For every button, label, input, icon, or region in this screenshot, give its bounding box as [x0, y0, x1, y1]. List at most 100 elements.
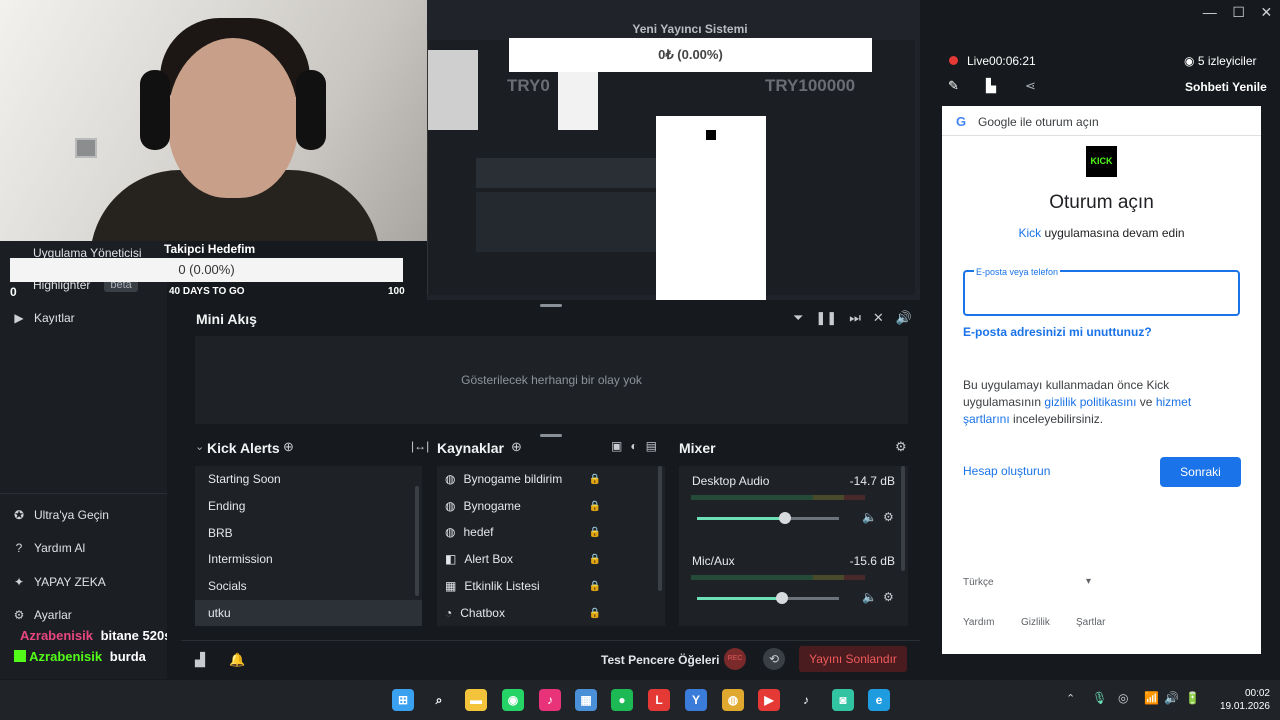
mic-icon[interactable]: 🎙 [1092, 691, 1107, 705]
folder-add-icon[interactable]: ▤ [646, 439, 657, 453]
minimize-icon[interactable]: — [1203, 4, 1217, 20]
monitor-icon[interactable]: ▣ [611, 439, 622, 453]
lock-icon[interactable]: 🔒 [589, 527, 601, 538]
footer-terms-link[interactable]: Şartlar [1076, 617, 1105, 628]
file-explorer-icon[interactable]: ▬ [465, 689, 487, 711]
speaker-icon[interactable]: 🔈 [862, 510, 877, 524]
audio-icon[interactable]: ◐ [630, 439, 637, 453]
stats-icon[interactable]: ▟ [195, 652, 205, 668]
email-field[interactable]: E-posta veya telefon [963, 267, 1240, 316]
test-widgets-button[interactable]: Test Pencere Öğeleri [601, 653, 720, 667]
windows-start-icon[interactable]: ⊞ [392, 689, 414, 711]
create-account-link[interactable]: Hesap oluşturun [963, 464, 1050, 478]
footer-privacy-link[interactable]: Gizlilik [1021, 617, 1050, 628]
list-item[interactable]: Starting Soon [195, 466, 422, 492]
tray-app-icon[interactable]: ◎ [1118, 691, 1128, 705]
scrollbar[interactable] [415, 486, 419, 596]
sidebar-item-ai[interactable]: ✦ YAPAY ZEKA [12, 575, 106, 589]
share-icon[interactable]: ⋖ [1025, 78, 1036, 94]
list-item[interactable]: ◍ Bynogame 🔒 [437, 493, 665, 519]
refresh-chat-button[interactable]: Sohbeti Yenile [1185, 80, 1267, 94]
scrollbar[interactable] [901, 466, 905, 571]
channel-name: Desktop Audio [692, 474, 770, 488]
spotify-icon[interactable]: ● [611, 689, 633, 711]
forgot-email-link[interactable]: E-posta adresinizi mi unuttunuz? [963, 325, 1152, 339]
sidebar-item-help[interactable]: ? Yardım Al [12, 541, 85, 555]
list-item[interactable]: Intermission [195, 546, 422, 572]
volume-icon[interactable]: 🔊 [896, 310, 912, 326]
chrome-icon[interactable]: ◍ [722, 689, 744, 711]
mixer-settings-icon[interactable]: ⚙ [895, 439, 907, 455]
sidebar-item-settings[interactable]: ⚙ Ayarlar [12, 608, 72, 622]
list-item[interactable]: BRB [195, 520, 422, 546]
tiktok-icon[interactable]: ♪ [795, 689, 817, 711]
volume-slider[interactable] [697, 512, 839, 524]
chevron-down-icon[interactable]: ⌄ [195, 440, 204, 453]
lock-icon[interactable]: 🔒 [589, 581, 601, 592]
rec-button[interactable]: REC [724, 648, 746, 670]
streamlabs-icon[interactable]: ◙ [832, 689, 854, 711]
popout-icon[interactable]: ▙ [986, 78, 996, 94]
next-button[interactable]: Sonraki [1160, 457, 1241, 487]
privacy-policy-link[interactable]: gizlilik politikasını [1044, 395, 1136, 409]
mini-feed-panel: Gösterilecek herhangi bir olay yok [195, 336, 908, 424]
left-sidebar: Uygulama Yöneticisi Highlighter beta ▶ K… [0, 241, 167, 679]
add-scene-icon[interactable]: ⊕ [283, 439, 294, 455]
filter-icon[interactable]: ⏷ [793, 310, 803, 326]
taskbar: ⊞ ⌕ ▬ ◉ ♪ ▦ ● L Y ◍ ▶ ♪ ◙ e ⌃ 🎙 ◎ 📶 🔊 🔋 00:02 19.01.2… [0, 680, 1280, 720]
google-signin-panel: G Google ile oturum açın KICK Oturum açı… [942, 106, 1261, 654]
follower-goal-current: 0 [10, 285, 17, 299]
lock-icon[interactable]: 🔒 [589, 608, 601, 619]
resize-handle[interactable] [540, 304, 562, 307]
battery-icon[interactable]: 🔋 [1185, 691, 1200, 705]
add-source-icon[interactable]: ⊕ [511, 439, 522, 455]
lock-icon[interactable]: 🔒 [589, 501, 601, 512]
tiktok-alt-icon[interactable]: ♪ [539, 689, 561, 711]
skip-icon[interactable]: ⏭ [849, 310, 861, 326]
list-item-selected[interactable]: utku [195, 600, 422, 626]
gear-icon[interactable]: ⚙ [883, 510, 894, 524]
volume-icon[interactable]: 🔊 [1164, 691, 1179, 705]
app-blue-icon[interactable]: Y [685, 689, 707, 711]
letter-l-icon[interactable]: L [648, 689, 670, 711]
replay-buffer-icon[interactable]: ⟲ [763, 648, 785, 670]
resize-handle[interactable] [540, 434, 562, 437]
store-icon[interactable]: ▦ [575, 689, 597, 711]
footer-help-link[interactable]: Yardım [963, 617, 995, 628]
list-item[interactable]: Ending [195, 493, 422, 519]
tray-chevron-icon[interactable]: ⌃ [1066, 692, 1075, 705]
sidebar-item-recordings[interactable]: ▶ Kayıtlar [12, 311, 74, 325]
pause-icon[interactable]: ❚❚ [815, 310, 837, 326]
close-icon[interactable]: ✕ [1260, 4, 1272, 21]
stream-preview[interactable]: Yeni Yayıncı Sistemi 0₺ (0.00%) TRY0 TRY… [427, 0, 920, 300]
list-item[interactable]: Socials [195, 573, 422, 599]
list-item[interactable]: ▦ Etkinlik Listesi 🔒 [437, 573, 665, 599]
edge-icon[interactable]: e [868, 689, 890, 711]
youtube-icon[interactable]: ▶ [758, 689, 780, 711]
speaker-icon[interactable]: 🔈 [862, 590, 877, 604]
notification-bell-icon[interactable]: 🔔 [229, 652, 245, 668]
lock-icon[interactable]: 🔒 [589, 554, 601, 565]
globe-icon: ◍ [445, 472, 456, 486]
list-item[interactable]: ◍ Bynogame bildirim 🔒 [437, 466, 665, 492]
mute-alerts-icon[interactable]: ✕ [873, 310, 884, 326]
lock-icon[interactable]: 🔒 [589, 474, 601, 485]
list-item[interactable]: ◧ Alert Box 🔒 [437, 546, 665, 572]
clock[interactable]: 00:02 19.01.2026 [1210, 687, 1270, 713]
end-stream-button[interactable]: Yayını Sonlandır [799, 646, 907, 672]
volume-slider[interactable] [697, 592, 839, 604]
search-icon[interactable]: ⌕ [428, 689, 450, 711]
wifi-icon[interactable]: 📶 [1144, 691, 1159, 705]
gear-icon[interactable]: ⚙ [883, 590, 894, 604]
list-item[interactable]: ◔ Chatbox 🔒 [437, 600, 665, 626]
list-item[interactable]: ◍ hedef 🔒 [437, 519, 665, 545]
signin-title: Oturum açın [1049, 192, 1154, 213]
whatsapp-icon[interactable]: ◉ [502, 689, 524, 711]
collapse-scenes-icon[interactable]: |↔| [411, 439, 429, 453]
play-icon: ▶ [14, 311, 24, 325]
scrollbar[interactable] [658, 466, 662, 591]
sidebar-item-ultra[interactable]: ✪ Ultra'ya Geçin [12, 508, 109, 522]
edit-icon[interactable]: ✎ [948, 78, 959, 94]
maximize-icon[interactable]: ☐ [1232, 4, 1245, 21]
language-select[interactable]: Türkçe ▾ [963, 576, 1091, 588]
